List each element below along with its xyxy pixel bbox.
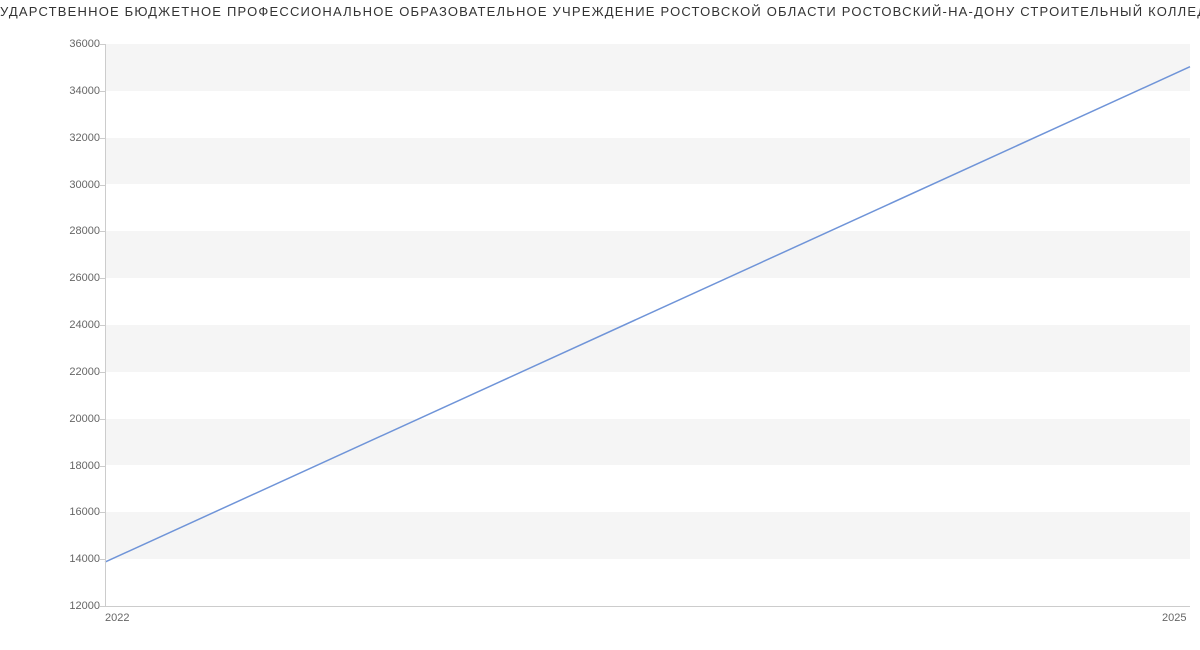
- data-line: [105, 67, 1190, 562]
- y-tick-mark: [100, 606, 105, 607]
- y-tick-mark: [100, 231, 105, 232]
- y-tick-label: 22000: [40, 366, 100, 378]
- x-axis: [105, 606, 1190, 607]
- y-tick-label: 14000: [40, 553, 100, 565]
- y-tick-mark: [100, 185, 105, 186]
- plot-area: [105, 44, 1190, 606]
- x-tick-label: 2022: [105, 612, 129, 624]
- y-tick-label: 32000: [40, 132, 100, 144]
- y-tick-mark: [100, 419, 105, 420]
- y-tick-mark: [100, 138, 105, 139]
- y-tick-mark: [100, 278, 105, 279]
- line-series: [105, 44, 1190, 606]
- y-tick-label: 36000: [40, 38, 100, 50]
- chart-title: УДАРСТВЕННОЕ БЮДЖЕТНОЕ ПРОФЕССИОНАЛЬНОЕ …: [0, 4, 1200, 19]
- y-tick-label: 26000: [40, 272, 100, 284]
- y-tick-label: 34000: [40, 85, 100, 97]
- y-axis: [105, 44, 106, 606]
- y-tick-label: 20000: [40, 413, 100, 425]
- y-tick-label: 12000: [40, 600, 100, 612]
- y-tick-label: 30000: [40, 179, 100, 191]
- y-tick-label: 18000: [40, 460, 100, 472]
- y-tick-label: 28000: [40, 225, 100, 237]
- y-tick-mark: [100, 466, 105, 467]
- y-tick-mark: [100, 512, 105, 513]
- y-tick-label: 24000: [40, 319, 100, 331]
- y-tick-mark: [100, 559, 105, 560]
- y-tick-mark: [100, 372, 105, 373]
- y-tick-label: 16000: [40, 506, 100, 518]
- y-tick-mark: [100, 44, 105, 45]
- x-tick-label: 2025: [1162, 612, 1186, 624]
- y-tick-mark: [100, 91, 105, 92]
- y-tick-mark: [100, 325, 105, 326]
